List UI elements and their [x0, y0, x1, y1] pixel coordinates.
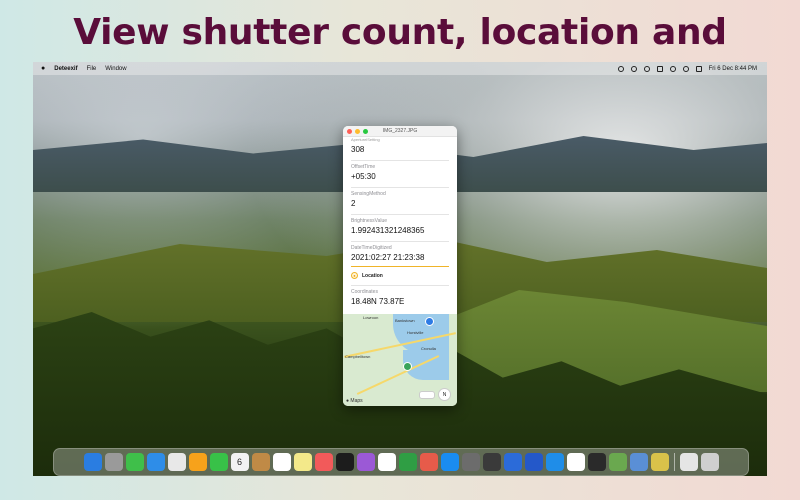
trash-icon[interactable]: [700, 453, 719, 471]
map-poi-pin[interactable]: [403, 362, 412, 371]
maps-logo: ● Maps: [346, 398, 363, 404]
compass-icon[interactable]: N: [438, 388, 451, 401]
field-value: 308: [351, 145, 365, 154]
map-label: Campbelltown: [345, 354, 371, 359]
numbers-icon[interactable]: [398, 453, 417, 471]
field-value: 2021:02:27 21:23:38: [351, 253, 425, 262]
menu-window[interactable]: Window: [105, 66, 126, 72]
notes-icon[interactable]: [293, 453, 312, 471]
exif-field: SensingMethod 2: [351, 191, 449, 215]
exif-window: IMG_2327.JPG AperturelSetting 308 Offset…: [343, 126, 457, 406]
podcasts-icon[interactable]: [356, 453, 375, 471]
divider: [351, 241, 449, 242]
divider: [351, 160, 449, 161]
divider: [351, 187, 449, 188]
menu-file[interactable]: File: [87, 66, 97, 72]
preview-icon[interactable]: [377, 453, 396, 471]
field-label: Coordinates: [351, 289, 378, 295]
menu-bar: ● Deteexif File Window Fri 6 Dec 8:44 PM: [33, 62, 767, 75]
app-store-icon[interactable]: [440, 453, 459, 471]
map-label: Bankstown: [395, 318, 415, 323]
exif-field: BrightnessValue 1.992431321248365: [351, 218, 449, 242]
vscode-icon[interactable]: [524, 453, 543, 471]
exif-field: 308: [351, 145, 449, 161]
location-pin-icon: ●: [351, 272, 358, 279]
section-divider: [351, 266, 449, 267]
calendar-icon[interactable]: 6: [230, 453, 249, 471]
dock-separator: [673, 453, 675, 471]
reminders-icon[interactable]: [272, 453, 291, 471]
field-label: DateTimeDigitized: [351, 245, 392, 251]
map-zoom-control[interactable]: [419, 391, 435, 399]
coordinates-field: Coordinates 18.48N 73.87E: [351, 289, 449, 306]
location-section-header: ● Location: [351, 272, 449, 279]
app-icon-3[interactable]: [650, 453, 669, 471]
map-label: Cronulla: [421, 346, 436, 351]
divider: [351, 285, 449, 286]
pages-icon[interactable]: [419, 453, 438, 471]
field-value: +05:30: [351, 172, 376, 181]
safari-icon[interactable]: [545, 453, 564, 471]
wifi-icon[interactable]: [669, 65, 676, 72]
field-value: 1.992431321248365: [351, 226, 425, 235]
section-title: Location: [362, 272, 383, 279]
mail-icon[interactable]: [146, 453, 165, 471]
field-label: AperturelSetting: [351, 137, 380, 142]
map-location-pin[interactable]: [425, 317, 434, 326]
divider: [351, 214, 449, 215]
battery-icon[interactable]: [656, 65, 663, 72]
maps-logo-text: Maps: [350, 398, 363, 404]
search-icon[interactable]: [682, 65, 689, 72]
gmail-icon[interactable]: [566, 453, 585, 471]
launchpad-icon[interactable]: [104, 453, 123, 471]
status-icon[interactable]: [643, 65, 650, 72]
dock: 6: [53, 448, 749, 476]
tv-icon[interactable]: [335, 453, 354, 471]
downloads-icon[interactable]: [679, 453, 698, 471]
status-icon[interactable]: [617, 65, 624, 72]
field-label: OffsetTime: [351, 164, 376, 170]
app-icon[interactable]: [608, 453, 627, 471]
field-value: 2: [351, 199, 356, 208]
control-center-icon[interactable]: [695, 65, 702, 72]
apple-menu-icon[interactable]: ●: [41, 65, 45, 72]
photos-icon[interactable]: [188, 453, 207, 471]
field-value: 18.48N 73.87E: [351, 297, 405, 306]
contacts-icon[interactable]: [251, 453, 270, 471]
maps-icon[interactable]: [167, 453, 186, 471]
menu-clock[interactable]: Fri 6 Dec 8:44 PM: [709, 66, 757, 72]
messages-icon[interactable]: [125, 453, 144, 471]
window-title: IMG_2327.JPG: [382, 128, 418, 134]
app-icon-2[interactable]: [629, 453, 648, 471]
finder-icon[interactable]: [83, 453, 102, 471]
exif-field: DateTimeDigitized 2021:02:27 21:23:38: [351, 245, 449, 267]
terminal-icon[interactable]: [587, 453, 606, 471]
facetime-icon[interactable]: [209, 453, 228, 471]
freeform-icon[interactable]: [314, 453, 333, 471]
field-label: SensingMethod: [351, 191, 386, 197]
status-icon[interactable]: [630, 65, 637, 72]
exif-list[interactable]: AperturelSetting 308 OffsetTime +05:30 S…: [343, 137, 457, 406]
desktop-screenshot: ● Deteexif File Window Fri 6 Dec 8:44 PM…: [33, 62, 767, 476]
window-titlebar: IMG_2327.JPG: [343, 126, 457, 137]
map-label: Hurstville: [407, 330, 424, 335]
exif-field: OffsetTime +05:30: [351, 164, 449, 188]
map-label: Lowroon: [363, 315, 379, 320]
xcode-icon[interactable]: [503, 453, 522, 471]
field-label: BrightnessValue: [351, 218, 388, 224]
menu-app-name[interactable]: Deteexif: [54, 66, 77, 72]
location-map[interactable]: Lowroon Bankstown Hurstville Cronulla Ca…: [343, 314, 457, 406]
settings-icon[interactable]: [461, 453, 480, 471]
mission-control-icon[interactable]: [482, 453, 501, 471]
